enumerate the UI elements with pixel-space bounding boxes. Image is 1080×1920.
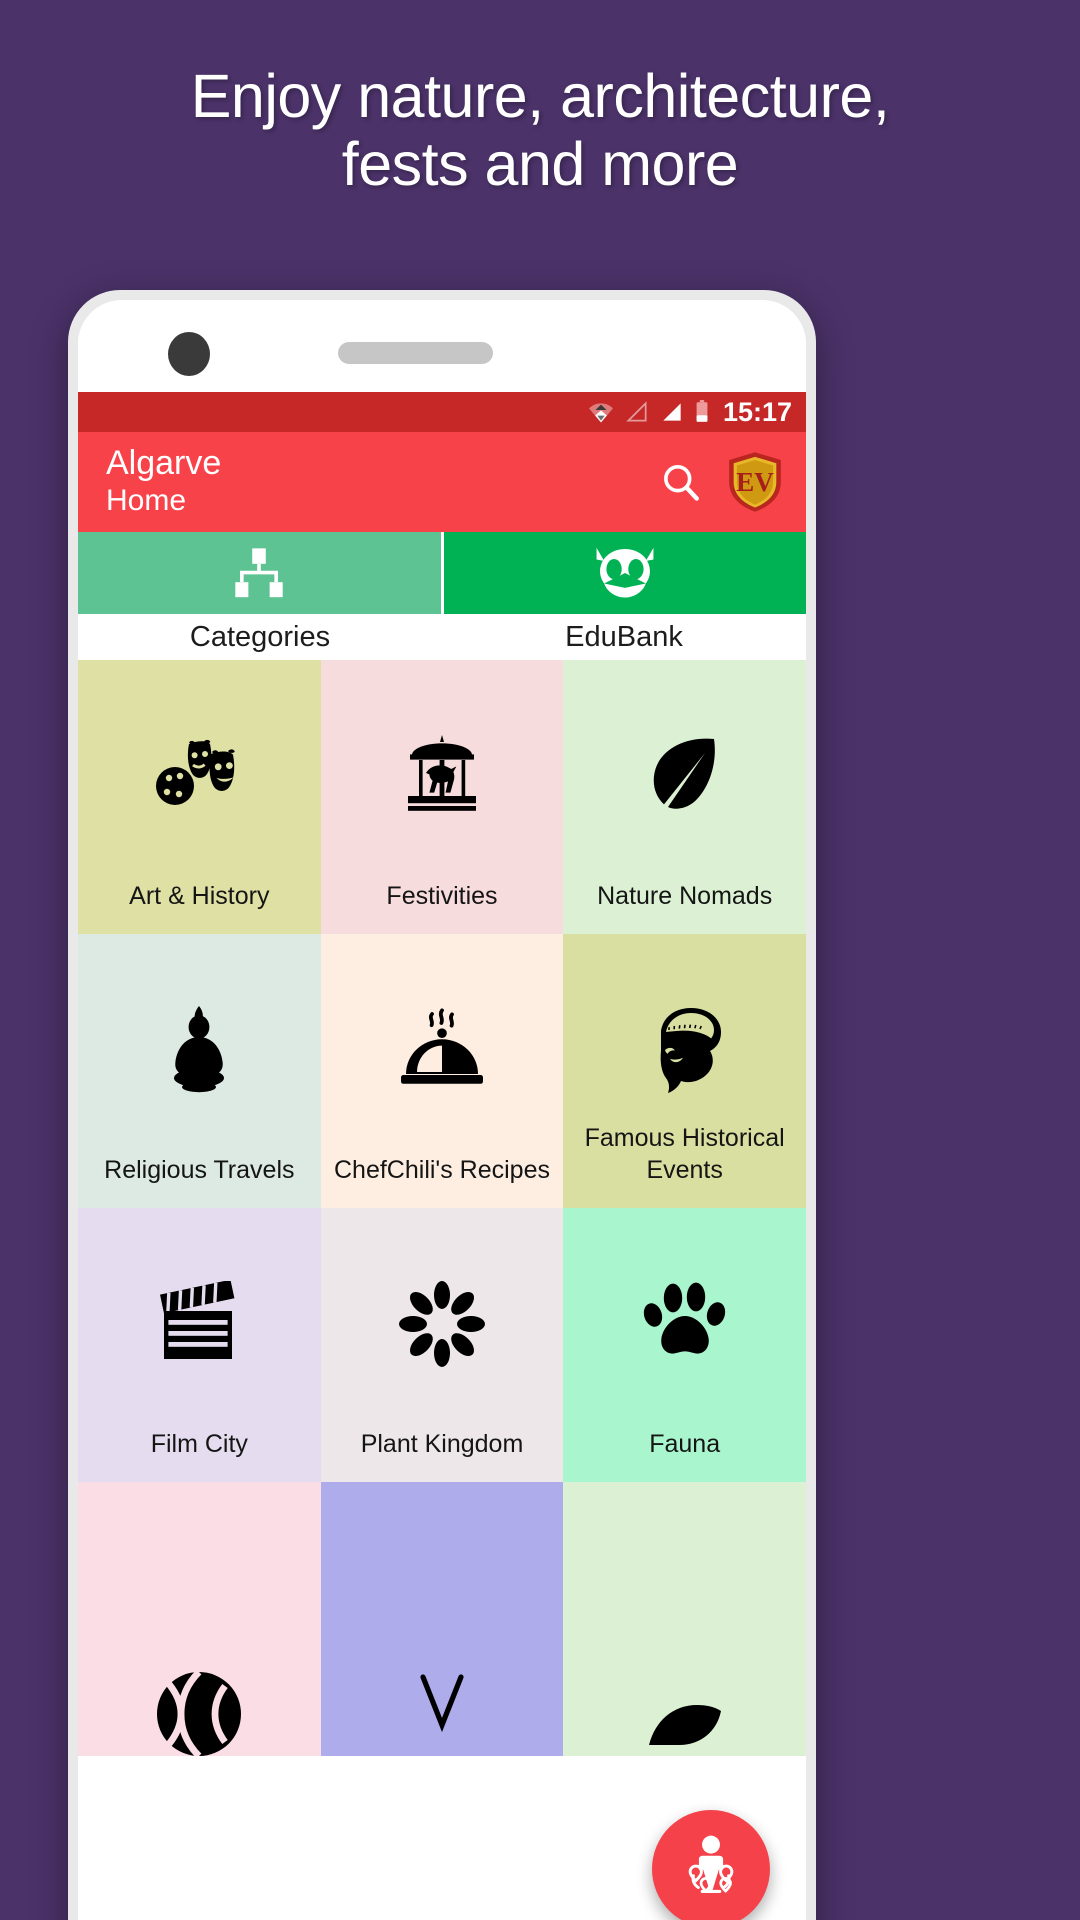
category-tile-label: ChefChili's Recipes <box>334 1156 550 1184</box>
phone-top-bezel <box>78 300 806 392</box>
category-tile-label: Religious Travels <box>104 1156 295 1184</box>
status-bar: 15:17 <box>78 392 806 432</box>
category-tile[interactable]: Festivities <box>320 660 564 934</box>
clapperboard-icon <box>156 1274 242 1374</box>
category-tile-label: Art & History <box>129 882 270 910</box>
svg-text:EV: EV <box>736 467 774 497</box>
category-tile[interactable]: Art & History <box>78 660 321 934</box>
ball-icon <box>153 1668 245 1756</box>
phone-body: 15:17 Algarve Home EV Categories EduBank… <box>78 300 806 1920</box>
leaf-icon <box>641 726 729 826</box>
category-tile-label: Nature Nomads <box>597 882 773 910</box>
ev-shield-logo-icon[interactable]: EV <box>726 451 784 513</box>
status-bar-clock: 15:17 <box>722 396 792 427</box>
carousel-icon <box>396 726 488 826</box>
earpiece-speaker-icon <box>338 342 493 364</box>
phone-screen: 15:17 Algarve Home EV Categories EduBank… <box>78 392 806 1920</box>
category-grid: Art & History Festivities Nature Nomads … <box>78 660 806 1756</box>
tab-bar <box>78 532 806 614</box>
spartan-helmet-icon <box>637 1000 733 1100</box>
category-tile-label: Fauna <box>649 1430 721 1458</box>
search-button[interactable] <box>658 459 704 505</box>
ev-shield-logo[interactable]: EV <box>726 451 784 513</box>
category-tile[interactable]: Plant Kingdom <box>320 1208 564 1482</box>
page-title: Algarve <box>106 443 222 482</box>
promo-line-1: Enjoy nature, architecture, <box>190 62 890 130</box>
category-tile[interactable]: Fauna <box>563 1208 806 1482</box>
owl-icon <box>596 547 654 598</box>
category-tile[interactable] <box>563 1482 806 1756</box>
signal-full-icon <box>663 403 681 421</box>
nearby-fab-button[interactable] <box>652 1810 770 1920</box>
sitemap-icon <box>235 548 283 598</box>
front-camera-icon <box>168 332 210 376</box>
category-tile[interactable]: Film City <box>78 1208 321 1482</box>
food-cloche-icon <box>396 1000 488 1100</box>
category-tile[interactable]: ChefChili's Recipes <box>320 934 564 1208</box>
people-nearby-icon <box>688 1835 734 1893</box>
category-tile[interactable] <box>320 1482 564 1756</box>
buddha-icon <box>162 1000 236 1100</box>
category-tile[interactable]: Nature Nomads <box>563 660 806 934</box>
app-bar: Algarve Home EV <box>78 432 806 532</box>
wifi-icon <box>589 403 613 423</box>
category-tile[interactable]: Famous Historical Events <box>563 934 806 1208</box>
category-tile-label: Film City <box>150 1430 248 1458</box>
signal-empty-icon <box>626 401 647 422</box>
breadcrumb: Home <box>106 484 187 518</box>
partial-leaf-icon <box>645 1674 725 1756</box>
battery-icon <box>696 400 708 422</box>
flower-icon <box>398 1274 486 1374</box>
partial-icon <box>407 1670 477 1756</box>
promo-line-2: fests and more <box>341 130 739 199</box>
tab-label-edubank[interactable]: EduBank <box>442 614 806 660</box>
tab-categories[interactable] <box>78 532 441 614</box>
tab-labels: Categories EduBank <box>78 614 806 660</box>
search-icon[interactable] <box>658 459 704 505</box>
theater-masks-icon <box>151 726 247 826</box>
tab-edubank[interactable] <box>440 532 806 614</box>
promo-headline: Enjoy nature, architecture, fests and mo… <box>0 62 1080 199</box>
category-tile-label: Plant Kingdom <box>360 1430 524 1458</box>
category-tile-label: Famous Historical Events <box>584 1124 785 1184</box>
category-tile[interactable] <box>78 1482 321 1756</box>
tab-label-categories[interactable]: Categories <box>78 614 442 660</box>
paw-print-icon <box>639 1274 731 1374</box>
category-tile[interactable]: Religious Travels <box>78 934 321 1208</box>
phone-mockup: 15:17 Algarve Home EV Categories EduBank… <box>68 290 816 1920</box>
category-tile-label: Festivities <box>386 882 498 910</box>
app-bar-titles: Algarve Home <box>106 443 636 520</box>
